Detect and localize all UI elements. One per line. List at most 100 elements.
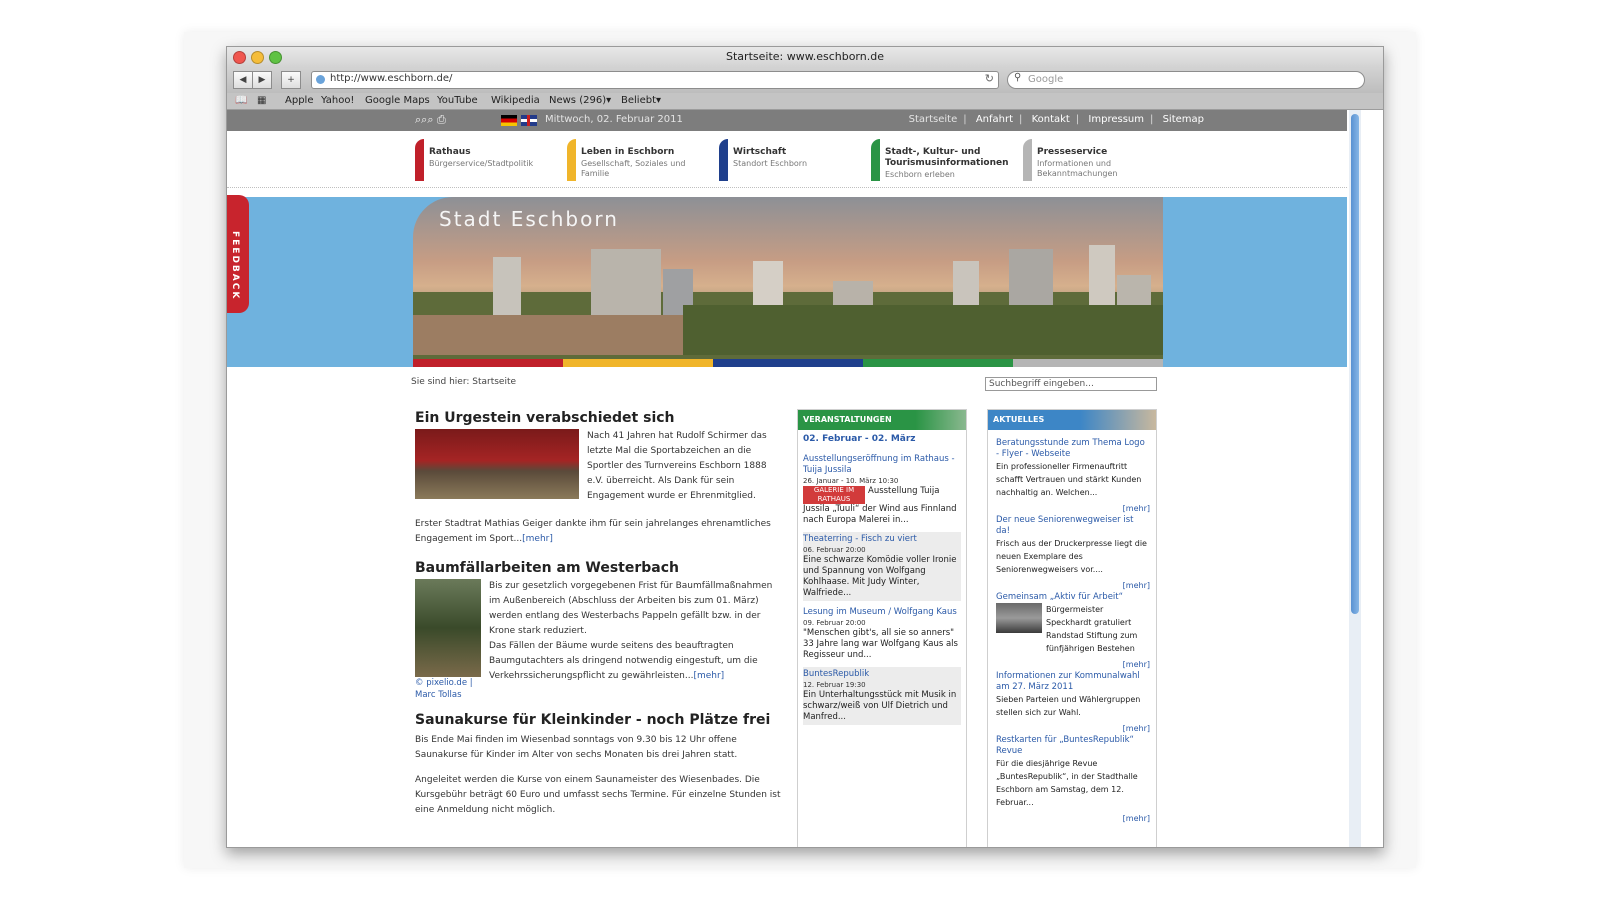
- news-item[interactable]: Gemeinsam „Aktiv für Arbeit“ Bürgermeist…: [996, 592, 1148, 655]
- strip-blue: [713, 359, 863, 367]
- bookmark-google-maps[interactable]: Google Maps: [365, 95, 430, 106]
- feedback-label: FEEDBACK: [230, 231, 240, 301]
- event-title[interactable]: Lesung im Museum / Wolfgang Kaus: [803, 607, 961, 618]
- nav-item-kultur-tourismus[interactable]: Stadt-, Kultur- und Tourismusinformation…: [871, 139, 1011, 183]
- bookmark-yahoo[interactable]: Yahoo!: [321, 95, 354, 106]
- browser-search-placeholder: Google: [1028, 74, 1064, 85]
- open-book-icon[interactable]: 📖: [235, 95, 247, 106]
- nav-item-leben[interactable]: Leben in Eschborn Gesellschaft, Soziales…: [567, 139, 707, 183]
- news-title[interactable]: Informationen zur Kommunalwahl am 27. Mä…: [996, 671, 1148, 693]
- add-bookmark-button[interactable]: +: [281, 71, 301, 89]
- toplink-sitemap[interactable]: Sitemap: [1163, 114, 1204, 125]
- nav-item-presseservice[interactable]: Presseservice Informationen und Bekanntm…: [1023, 139, 1163, 183]
- event-title[interactable]: Theaterring - Fisch zu viert: [803, 534, 961, 545]
- strip-yellow: [563, 359, 713, 367]
- top-sites-grid-icon[interactable]: ▦: [257, 95, 266, 106]
- news-item[interactable]: Informationen zur Kommunalwahl am 27. Mä…: [996, 671, 1148, 719]
- event-description: Eine schwarze Komödie voller Ironie und …: [803, 555, 957, 598]
- nav-item-title: Stadt-, Kultur- und Tourismusinformation…: [885, 147, 1009, 168]
- browser-search-field[interactable]: ⚲ Google: [1007, 71, 1365, 89]
- search-icon: ⚲: [1014, 72, 1022, 83]
- bookmark-apple[interactable]: Apple: [285, 95, 313, 106]
- event-title[interactable]: Ausstellungseröffnung im Rathaus -Tuija …: [803, 454, 961, 476]
- galerie-im-rathaus-logo: GALERIE IM RATHAUS: [803, 486, 865, 504]
- article-body: Angeleitet werden die Kurse von einem Sa…: [415, 775, 781, 815]
- news-title[interactable]: Restkarten für „BuntesRepublik“ Revue: [996, 735, 1148, 757]
- news-photo-mayor[interactable]: [996, 603, 1042, 633]
- article-title[interactable]: Ein Urgestein verabschiedet sich: [415, 409, 795, 427]
- news-item[interactable]: Beratungsstunde zum Thema Logo - Flyer -…: [996, 438, 1148, 499]
- event-title[interactable]: BuntesRepublik: [803, 669, 961, 680]
- nav-item-subtitle: Standort Eschborn: [733, 159, 808, 168]
- article-title[interactable]: Saunakurse für Kleinkinder - noch Plätze…: [415, 711, 795, 729]
- zoom-print-tools-icon[interactable]: ⌕⌕⌕ ⎙: [415, 113, 446, 127]
- news-item[interactable]: Der neue Seniorenwegweiser ist da! Frisc…: [996, 515, 1148, 576]
- bookmark-youtube[interactable]: YouTube: [437, 95, 478, 106]
- news-panel: AKTUELLES Beratungsstunde zum Thema Logo…: [987, 409, 1157, 847]
- strip-green: [863, 359, 1013, 367]
- nav-color-bar: [415, 139, 424, 181]
- events-header: VERANSTALTUNGEN: [798, 410, 966, 430]
- toplink-anfahrt[interactable]: Anfahrt: [976, 114, 1013, 125]
- bookmark-wikipedia[interactable]: Wikipedia: [491, 95, 540, 106]
- news-item[interactable]: Restkarten für „BuntesRepublik“ Revue Fü…: [996, 735, 1148, 809]
- article-body-text: Erster Stadtrat Mathias Geiger dankte ih…: [415, 519, 771, 544]
- news-more-link[interactable]: [mehr]: [988, 813, 1150, 825]
- article-photo-group[interactable]: [415, 429, 579, 499]
- news-more-link[interactable]: [mehr]: [988, 659, 1150, 671]
- event-item[interactable]: Ausstellungseröffnung im Rathaus -Tuija …: [803, 452, 961, 528]
- event-item[interactable]: BuntesRepublik 12. Februar 19:30 Ein Unt…: [803, 667, 961, 725]
- top-links: Startseite | Anfahrt | Kontakt | Impressum |…: [906, 114, 1207, 125]
- toplink-impressum[interactable]: Impressum: [1088, 114, 1144, 125]
- scrollbar-thumb[interactable]: [1351, 114, 1359, 614]
- back-button[interactable]: ◀: [233, 71, 253, 89]
- event-date: 09. Februar 20:00: [803, 619, 866, 627]
- read-more-link[interactable]: [mehr]: [522, 534, 553, 544]
- german-flag-icon[interactable]: [501, 115, 517, 126]
- feedback-tab[interactable]: FEEDBACK: [227, 195, 249, 313]
- article-teaser: Bis Ende Mai finden im Wiesenbad sonntag…: [415, 735, 738, 760]
- news-more-link[interactable]: [mehr]: [988, 580, 1150, 592]
- nav-color-bar: [1023, 139, 1032, 181]
- event-item[interactable]: Lesung im Museum / Wolfgang Kaus 09. Feb…: [803, 605, 961, 663]
- article-teaser-text: Bis zur gesetzlich vorgegebenen Frist fü…: [489, 581, 773, 636]
- site-search-input[interactable]: Suchbegriff eingeben...: [985, 377, 1157, 391]
- article-saunakurse: Saunakurse für Kleinkinder - noch Plätze…: [415, 711, 795, 847]
- nav-item-rathaus[interactable]: Rathaus Bürgerservice/Stadtpolitik: [415, 139, 555, 183]
- news-title[interactable]: Beratungsstunde zum Thema Logo - Flyer -…: [996, 438, 1148, 460]
- english-flag-icon[interactable]: [521, 115, 537, 126]
- news-title[interactable]: Der neue Seniorenwegweiser ist da!: [996, 515, 1148, 537]
- read-more-link[interactable]: [mehr]: [693, 671, 724, 681]
- news-header: AKTUELLES: [988, 410, 1156, 430]
- reload-icon[interactable]: ↻: [985, 72, 994, 85]
- bookmark-beliebt-menu[interactable]: Beliebt▾: [621, 95, 661, 106]
- forward-button[interactable]: ▶: [252, 71, 272, 89]
- banner-color-strip: [413, 359, 1163, 367]
- bookmark-news-menu[interactable]: News (296)▾: [549, 95, 611, 106]
- bookmarks-bar: 📖 ▦ Apple Yahoo! Google Maps YouTube Wik…: [227, 93, 1383, 110]
- address-bar[interactable]: http://www.eschborn.de/ ↻: [311, 71, 999, 89]
- event-item[interactable]: Theaterring - Fisch zu viert 06. Februar…: [803, 532, 961, 601]
- title-bar: Startseite: www.eschborn.de: [227, 47, 1383, 67]
- photo-credit: © pixelio.de | Marc Tollas: [415, 678, 473, 700]
- toplink-kontakt[interactable]: Kontakt: [1032, 114, 1070, 125]
- browser-toolbar: ◀ ▶ + http://www.eschborn.de/ ↻ ⚲ Google: [227, 67, 1383, 93]
- toplink-startseite[interactable]: Startseite: [909, 114, 958, 125]
- window-title: Startseite: www.eschborn.de: [726, 50, 884, 63]
- article-teaser: Bis zur gesetzlich vorgegebenen Frist fü…: [489, 579, 779, 684]
- news-more-link[interactable]: [mehr]: [988, 503, 1150, 515]
- nav-item-title: Presseservice: [1037, 147, 1108, 157]
- event-date: 06. Februar 20:00: [803, 546, 866, 554]
- event-date: 26. Januar - 10. März 10:30: [803, 477, 899, 485]
- skyline-photo: Stadt Eschborn: [413, 197, 1163, 359]
- news-more-link[interactable]: [mehr]: [988, 723, 1150, 735]
- nav-item-wirtschaft[interactable]: Wirtschaft Standort Eschborn: [719, 139, 859, 183]
- news-teaser: Sieben Parteien und Wählergruppen stelle…: [996, 695, 1141, 717]
- article-photo-tree-worker[interactable]: [415, 579, 481, 677]
- news-title[interactable]: Gemeinsam „Aktiv für Arbeit“: [996, 592, 1148, 603]
- window-edge: [1363, 110, 1383, 847]
- vertical-scrollbar[interactable]: [1349, 110, 1361, 847]
- article-title[interactable]: Baumfällarbeiten am Westerbach: [415, 559, 795, 577]
- article-urgestein: Ein Urgestein verabschiedet sich Nach 41…: [415, 409, 795, 549]
- toplink-separator: |: [1075, 114, 1080, 125]
